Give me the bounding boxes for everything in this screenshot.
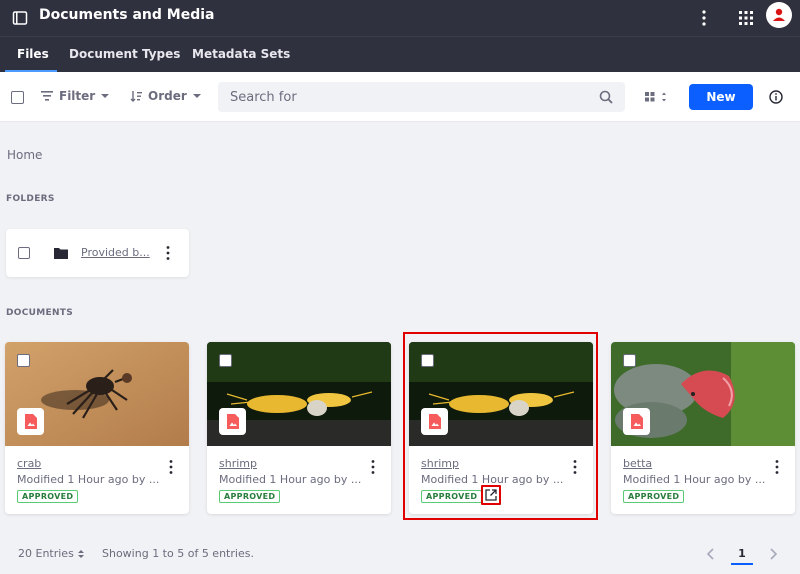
select-all-checkbox[interactable] [11, 91, 24, 104]
next-page-icon[interactable] [768, 548, 778, 560]
documents-section-title: DOCUMENTS [6, 308, 73, 318]
page-1-button[interactable]: 1 [731, 543, 753, 565]
user-avatar[interactable] [766, 2, 792, 28]
document-checkbox[interactable] [17, 354, 30, 367]
document-title[interactable]: crab [17, 457, 41, 470]
apps-grid-icon[interactable] [737, 9, 755, 27]
image-file-icon [631, 414, 643, 429]
info-icon[interactable] [769, 90, 783, 104]
filter-icon [41, 91, 53, 101]
breadcrumb[interactable]: Home [7, 148, 42, 162]
caret-down-icon [101, 94, 110, 98]
pagination-results: Showing 1 to 5 of 5 entries. [102, 547, 254, 560]
document-actions-icon[interactable] [370, 459, 376, 475]
active-page-indicator [731, 563, 753, 565]
document-checkbox[interactable] [623, 354, 636, 367]
search-bar [218, 82, 625, 112]
document-modified: Modified 1 Hour ago by ... [623, 473, 766, 486]
document-actions-icon[interactable] [168, 459, 174, 475]
folder-card[interactable]: Provided b... [6, 229, 189, 277]
nav-tabs: Files Document Types Metadata Sets [0, 36, 800, 73]
new-button[interactable]: New [689, 84, 753, 110]
file-type-badge [219, 408, 246, 435]
status-badge: APPROVED [219, 490, 281, 503]
folder-actions-icon[interactable] [165, 245, 171, 261]
order-button[interactable]: Order [130, 89, 201, 103]
tab-files[interactable]: Files [17, 47, 49, 61]
document-checkbox[interactable] [219, 354, 232, 367]
file-type-badge [623, 408, 650, 435]
image-file-icon [25, 414, 37, 429]
options-icon[interactable] [696, 8, 712, 28]
display-style-icon[interactable] [643, 89, 671, 105]
sort-icon [130, 91, 142, 102]
previous-page-icon[interactable] [706, 548, 716, 560]
folder-checkbox[interactable] [18, 247, 30, 259]
tab-metadata-sets[interactable]: Metadata Sets [192, 47, 290, 61]
document-title[interactable]: shrimp [219, 457, 257, 470]
user-icon [773, 8, 785, 21]
document-card[interactable]: shrimp Modified 1 Hour ago by ... APPROV… [207, 342, 391, 514]
document-card[interactable]: betta Modified 1 Hour ago by ... APPROVE… [611, 342, 795, 514]
search-input[interactable] [218, 82, 588, 112]
tab-document-types[interactable]: Document Types [69, 47, 180, 61]
document-card[interactable]: crab Modified 1 Hour ago by ... APPROVED [5, 342, 189, 514]
document-modified: Modified 1 Hour ago by ... [219, 473, 362, 486]
folders-section-title: FOLDERS [6, 194, 55, 204]
management-toolbar: Filter Order New [0, 72, 800, 122]
folder-icon [54, 248, 68, 259]
filter-label: Filter [59, 89, 96, 103]
file-type-badge [17, 408, 44, 435]
entries-label: 20 Entries [18, 547, 74, 560]
sort-caret-icon [77, 549, 84, 558]
order-label: Order [148, 89, 187, 103]
status-badge: APPROVED [17, 490, 79, 503]
entries-per-page-selector[interactable]: 20 Entries [18, 547, 84, 560]
image-file-icon [227, 414, 239, 429]
filter-button[interactable]: Filter [41, 89, 110, 103]
status-badge: APPROVED [623, 490, 685, 503]
caret-down-icon [192, 94, 201, 98]
search-icon[interactable] [599, 90, 613, 104]
highlight-box [403, 332, 598, 520]
document-title[interactable]: betta [623, 457, 652, 470]
folder-name[interactable]: Provided b... [81, 246, 150, 259]
app-header: Documents and Media [0, 0, 800, 36]
document-actions-icon[interactable] [774, 459, 780, 475]
document-modified: Modified 1 Hour ago by ... [17, 473, 160, 486]
sidebar-toggle-icon[interactable] [12, 10, 28, 26]
app-title: Documents and Media [39, 7, 215, 23]
